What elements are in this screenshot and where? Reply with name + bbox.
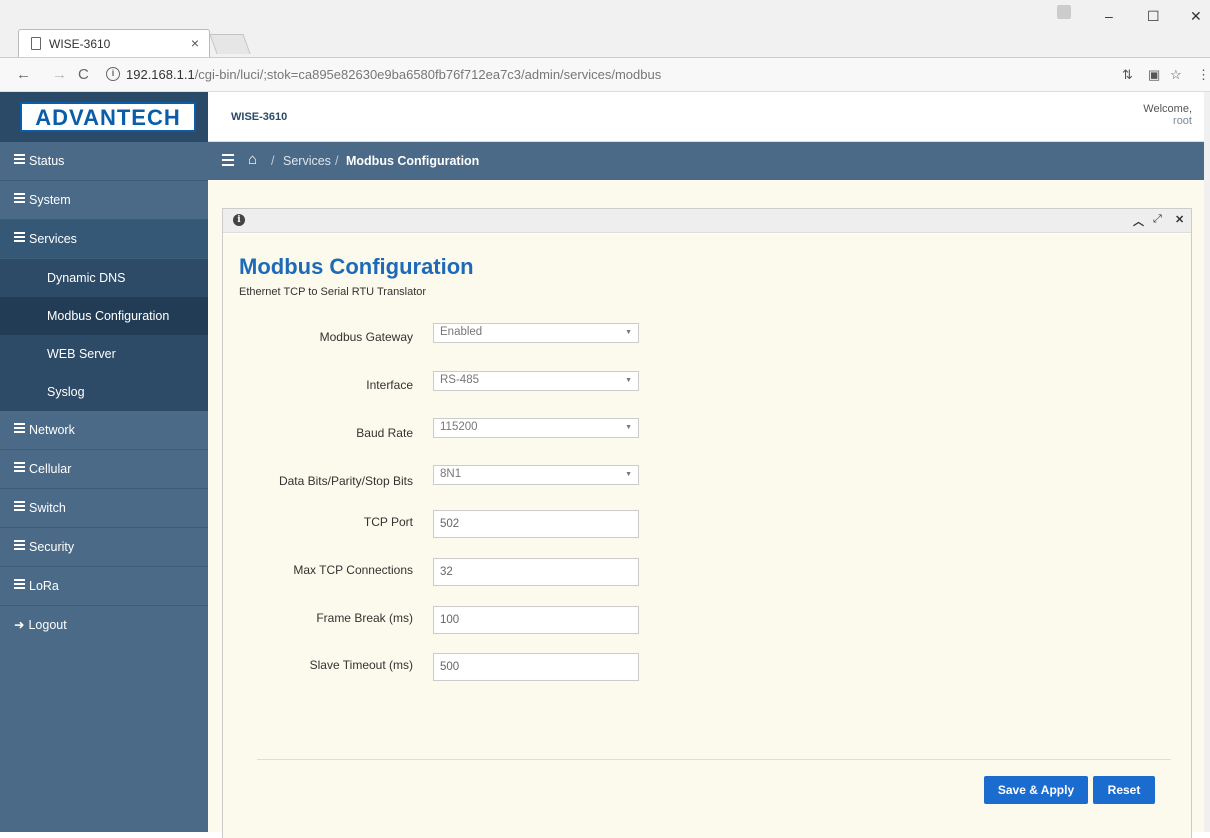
frame-break-label: Frame Break (ms) <box>316 611 413 625</box>
home-icon[interactable]: ⌂ <box>248 151 257 168</box>
sidebar-item-switch[interactable]: Switch <box>0 489 208 528</box>
chevron-down-icon: ▼ <box>625 329 632 336</box>
list-icon <box>14 191 25 205</box>
page-title: Modbus Configuration <box>239 254 474 279</box>
sidebar-item-security[interactable]: Security <box>0 528 208 567</box>
list-icon <box>14 538 25 552</box>
interface-select[interactable]: RS-485 ▼ <box>433 371 639 391</box>
max-tcp-connections-label: Max TCP Connections <box>293 563 413 577</box>
baud-rate-label: Baud Rate <box>356 426 413 440</box>
breadcrumb: ⌂ / Services / Modbus Configuration <box>208 142 1204 180</box>
maximize-icon[interactable]: ☐ <box>1147 8 1160 25</box>
tcp-port-input[interactable]: 502 <box>433 510 639 538</box>
breadcrumb-services[interactable]: Services <box>283 154 331 168</box>
sidebar-subitem-modbus-configuration[interactable]: Modbus Configuration <box>0 297 208 335</box>
url-field[interactable]: i 192.168.1.1/cgi-bin/luci/;stok=ca895e8… <box>106 63 1106 87</box>
panel-header: i ︿ ⤢ ✕ <box>223 209 1191 233</box>
tab-close-icon[interactable]: × <box>191 35 199 51</box>
advantech-logo: ADVANTECH <box>20 102 196 132</box>
page-icon <box>31 37 41 50</box>
page-subtitle: Ethernet TCP to Serial RTU Translator <box>239 286 427 298</box>
sidebar-item-status[interactable]: Status <box>0 142 208 181</box>
address-bar: ← → C i 192.168.1.1/cgi-bin/luci/;stok=c… <box>0 58 1210 92</box>
list-icon <box>14 577 25 591</box>
config-panel: i ︿ ⤢ ✕ Modbus Configuration Ethernet TC… <box>222 208 1192 838</box>
close-window-icon[interactable]: ✕ <box>1190 8 1202 25</box>
browser-tab[interactable]: WISE-3610 × <box>18 29 210 57</box>
url-text: 192.168.1.1/cgi-bin/luci/;stok=ca895e826… <box>126 67 662 82</box>
max-tcp-connections-input[interactable]: 32 <box>433 558 639 586</box>
chevron-down-icon: ▼ <box>625 471 632 478</box>
tab-title: WISE-3610 <box>49 37 111 51</box>
sidebar-item-system[interactable]: System <box>0 181 208 220</box>
menu-dots-icon[interactable]: ⋮ <box>1197 67 1210 83</box>
sidebar-item-services[interactable]: Services <box>0 220 208 259</box>
breadcrumb-separator: / <box>271 154 275 168</box>
back-icon[interactable]: ← <box>16 66 31 83</box>
menu-toggle-icon[interactable] <box>222 154 234 169</box>
slave-timeout-label: Slave Timeout (ms) <box>309 658 413 672</box>
collapse-icon[interactable]: ︿ <box>1133 213 1144 229</box>
list-icon <box>14 152 25 166</box>
sidebar-item-logout[interactable]: ➜ Logout <box>0 606 208 645</box>
chevron-down-icon: ▼ <box>625 377 632 384</box>
sidebar-item-lora[interactable]: LoRa <box>0 567 208 606</box>
user-profile-icon[interactable] <box>1057 5 1071 19</box>
breadcrumb-current: Modbus Configuration <box>346 154 480 168</box>
modbus-gateway-select[interactable]: Enabled ▼ <box>433 323 639 343</box>
device-name: WISE-3610 <box>231 111 288 123</box>
fullscreen-icon[interactable]: ⤢ <box>1153 213 1162 226</box>
slave-timeout-input[interactable]: 500 <box>433 653 639 681</box>
frame-break-input[interactable]: 100 <box>433 606 639 634</box>
info-icon[interactable]: i <box>106 67 120 81</box>
browser-titlebar: WISE-3610 × – ☐ ✕ <box>0 0 1210 58</box>
page-scrollbar[interactable] <box>1204 92 1210 832</box>
bookmark-star-icon[interactable]: ☆ <box>1170 67 1182 83</box>
main-content: i ︿ ⤢ ✕ Modbus Configuration Ethernet TC… <box>208 180 1204 838</box>
close-panel-icon[interactable]: ✕ <box>1175 213 1184 226</box>
reload-icon[interactable]: C <box>78 66 89 83</box>
list-icon <box>14 460 25 474</box>
breadcrumb-separator: / <box>335 154 339 168</box>
new-tab-button[interactable] <box>209 34 251 54</box>
logout-icon: ➜ <box>14 618 25 632</box>
logo-area: ADVANTECH <box>0 92 208 142</box>
interface-label: Interface <box>366 378 413 392</box>
sidebar-subitem-syslog[interactable]: Syslog <box>0 373 208 411</box>
baud-rate-select[interactable]: 115200 ▼ <box>433 418 639 438</box>
page-action-icon[interactable]: ▣ <box>1148 67 1160 83</box>
tcp-port-label: TCP Port <box>363 515 413 529</box>
welcome-text: Welcome, root <box>1143 103 1192 127</box>
info-icon[interactable]: i <box>233 214 245 226</box>
sidebar-item-network[interactable]: Network <box>0 411 208 450</box>
panel-body: Modbus Configuration Ethernet TCP to Ser… <box>223 234 1191 838</box>
sidebar-subitem-web-server[interactable]: WEB Server <box>0 335 208 373</box>
modbus-gateway-label: Modbus Gateway <box>319 330 413 344</box>
list-icon <box>14 421 25 435</box>
translate-icon[interactable]: ⇅ <box>1122 67 1133 83</box>
list-icon <box>14 499 25 513</box>
data-bits-label: Data Bits/Parity/Stop Bits <box>278 474 413 488</box>
sidebar-item-cellular[interactable]: Cellular <box>0 450 208 489</box>
chevron-down-icon: ▼ <box>625 424 632 431</box>
reset-button[interactable]: Reset <box>1093 776 1155 804</box>
sidebar-subitem-dynamic-dns[interactable]: Dynamic DNS <box>0 259 208 297</box>
list-icon <box>14 230 25 244</box>
save-apply-button[interactable]: Save & Apply <box>984 776 1088 804</box>
form-divider <box>257 759 1171 760</box>
forward-icon[interactable]: → <box>52 66 67 83</box>
sidebar: Status System Services Dynamic DNS Modbu… <box>0 142 208 832</box>
app-header: ADVANTECH WISE-3610 Welcome, root <box>0 92 1210 142</box>
minimize-icon[interactable]: – <box>1105 8 1113 24</box>
data-bits-select[interactable]: 8N1 ▼ <box>433 465 639 485</box>
